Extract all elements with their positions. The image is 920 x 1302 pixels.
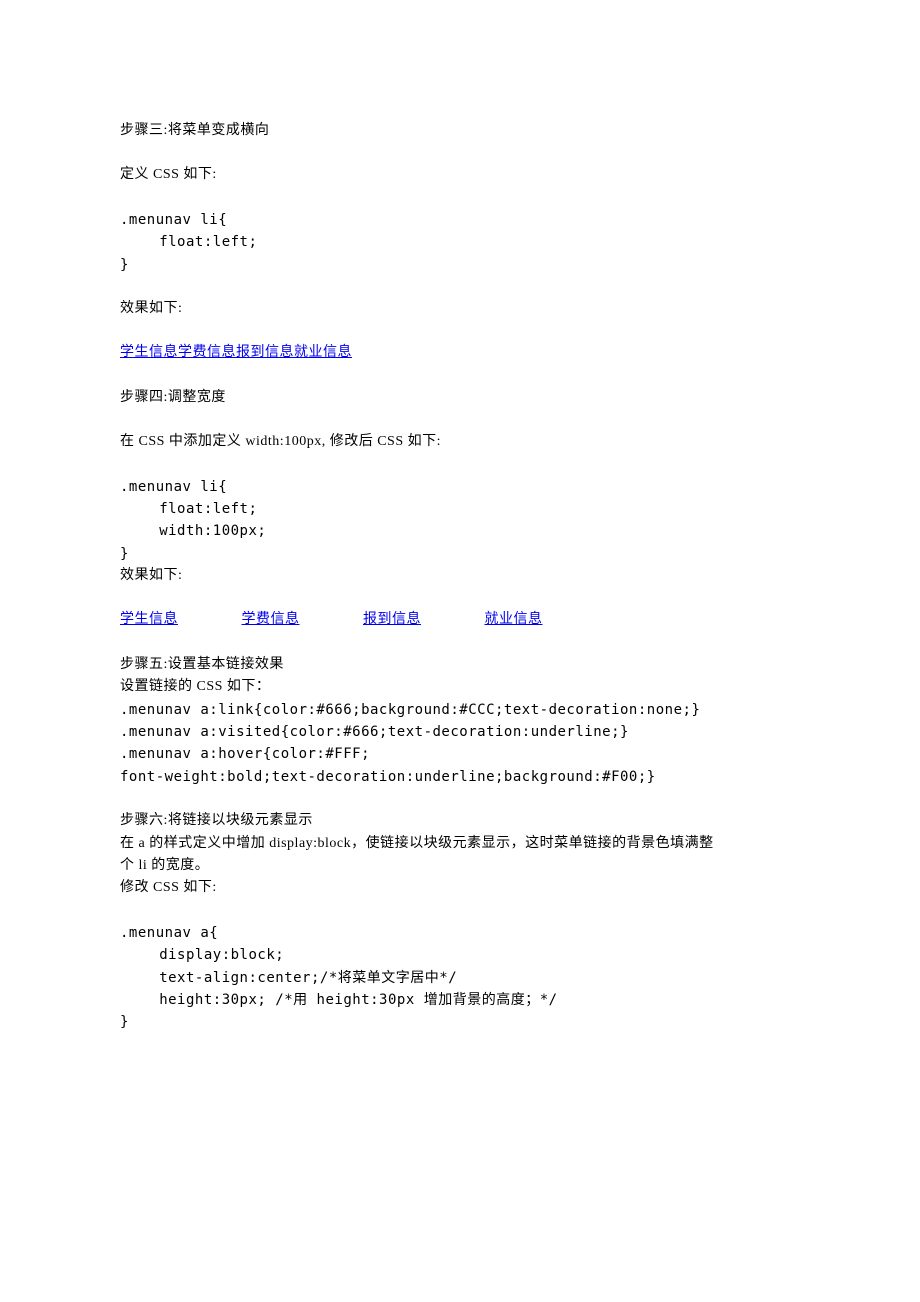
code-line: .menunav a:hover{color:#FFF; xyxy=(120,743,800,765)
step3-result-label: 效果如下: xyxy=(120,298,800,320)
code-line: } xyxy=(120,543,800,565)
step4-preview-links: 学生信息 学费信息 报到信息 就业信息 xyxy=(120,609,800,631)
step6-title: 步骤六:将链接以块级元素显示 xyxy=(120,810,800,832)
step4-intro: 在 CSS 中添加定义 width:100px, 修改后 CSS 如下: xyxy=(120,431,800,453)
code-line: font-weight:bold;text-decoration:underli… xyxy=(120,766,800,788)
link-register-info[interactable]: 报到信息 xyxy=(363,609,481,631)
step4-code-block: .menunav li{ float:left; width:100px; } xyxy=(120,476,800,566)
code-line: } xyxy=(120,254,800,276)
code-line: .menunav a:link{color:#666;background:#C… xyxy=(120,699,800,721)
code-line: .menunav li{ xyxy=(120,209,800,231)
link-job-info[interactable]: 就业信息 xyxy=(294,342,352,364)
step6-code-block: .menunav a{ display:block; text-align:ce… xyxy=(120,922,800,1034)
step3-code-block: .menunav li{ float:left; } xyxy=(120,209,800,276)
code-line: float:left; xyxy=(120,498,800,520)
code-line: float:left; xyxy=(120,231,800,253)
step4-result-label: 效果如下: xyxy=(120,565,800,587)
step3-define-label: 定义 CSS 如下: xyxy=(120,164,800,186)
code-line: display:block; xyxy=(120,944,800,966)
link-tuition-info[interactable]: 学费信息 xyxy=(178,342,236,364)
code-line: width:100px; xyxy=(120,520,800,542)
step5-title: 步骤五:设置基本链接效果 xyxy=(120,654,800,676)
code-line: .menunav li{ xyxy=(120,476,800,498)
step6-intro-line2: 个 li 的宽度。 xyxy=(120,855,800,877)
link-job-info[interactable]: 就业信息 xyxy=(485,609,603,631)
step3-title: 步骤三:将菜单变成横向 xyxy=(120,120,800,142)
step6-intro-line3: 修改 CSS 如下: xyxy=(120,877,800,899)
step4-title: 步骤四:调整宽度 xyxy=(120,387,800,409)
step5-intro: 设置链接的 CSS 如下： xyxy=(120,676,800,698)
step5-block: 步骤五:设置基本链接效果 设置链接的 CSS 如下： .menunav a:li… xyxy=(120,654,800,788)
code-line: .menunav a{ xyxy=(120,922,800,944)
step6-intro-line1: 在 a 的样式定义中增加 display:block，使链接以块级元素显示，这时… xyxy=(120,833,800,855)
step6-block: 步骤六:将链接以块级元素显示 在 a 的样式定义中增加 display:bloc… xyxy=(120,810,800,900)
code-line: height:30px; /*用 height:30px 增加背景的高度；*/ xyxy=(120,989,800,1011)
code-line: text-align:center;/*将菜单文字居中*/ xyxy=(120,967,800,989)
code-line: } xyxy=(120,1011,800,1033)
link-student-info[interactable]: 学生信息 xyxy=(120,342,178,364)
code-line: .menunav a:visited{color:#666;text-decor… xyxy=(120,721,800,743)
document-page: 步骤三:将菜单变成横向 定义 CSS 如下: .menunav li{ floa… xyxy=(0,0,920,1302)
link-student-info[interactable]: 学生信息 xyxy=(120,609,238,631)
link-tuition-info[interactable]: 学费信息 xyxy=(242,609,360,631)
link-register-info[interactable]: 报到信息 xyxy=(236,342,294,364)
step3-preview-links: 学生信息学费信息报到信息就业信息 xyxy=(120,342,800,364)
